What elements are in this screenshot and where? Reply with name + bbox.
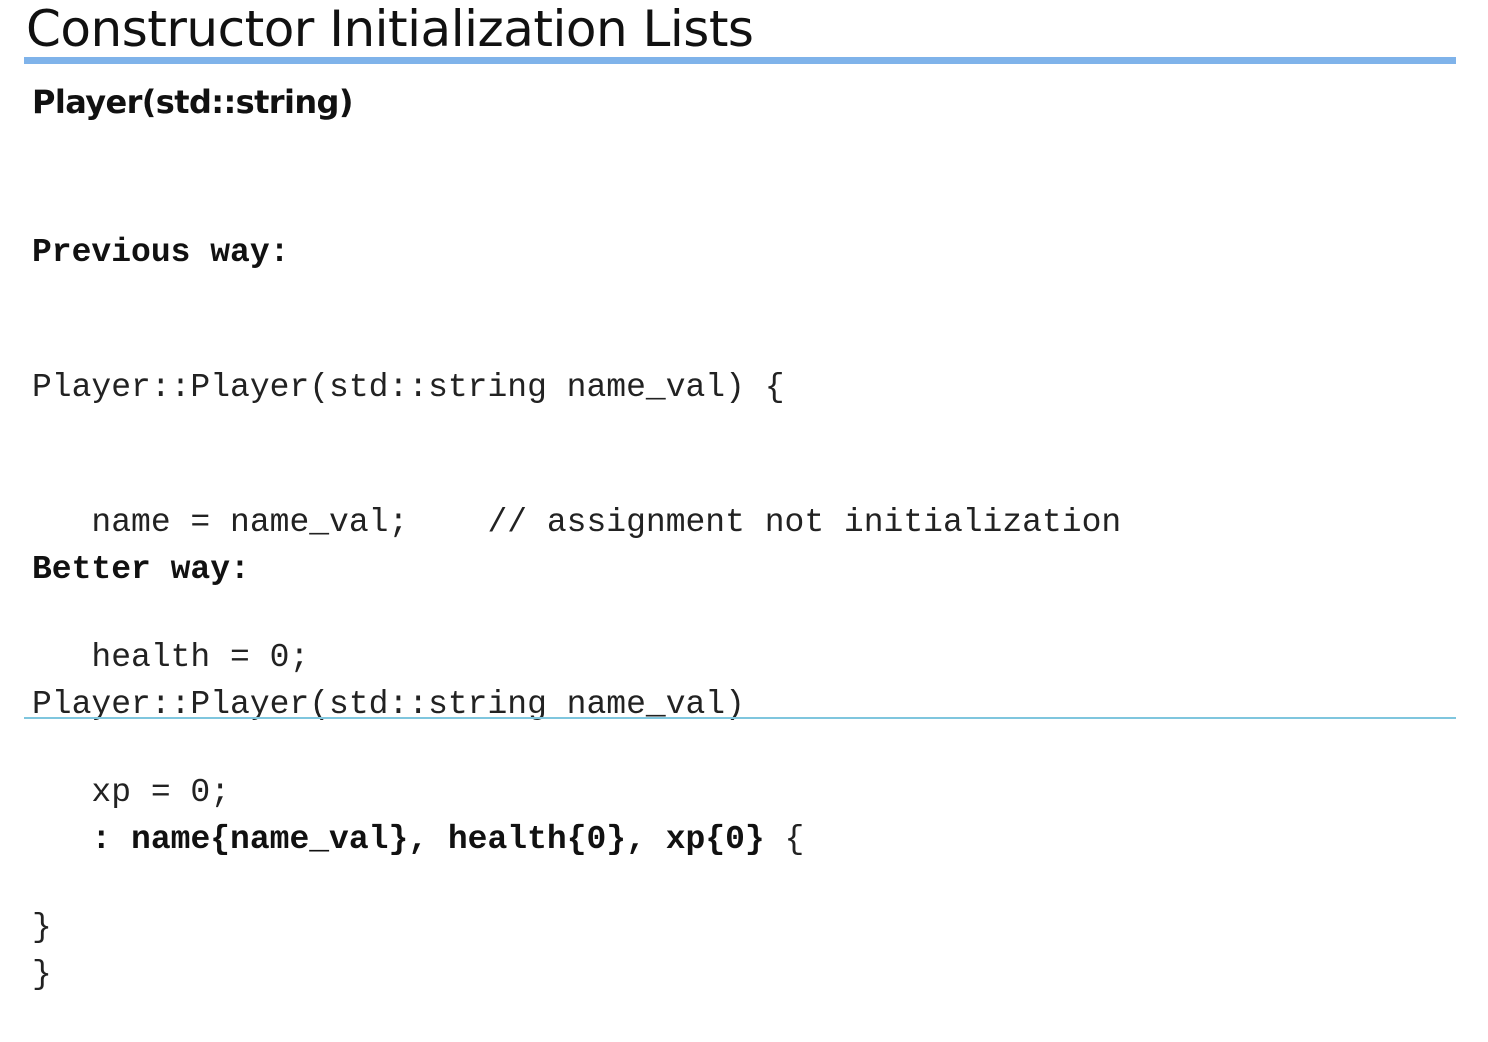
open-brace: { xyxy=(764,821,805,858)
code-line: Player::Player(std::string name_val) xyxy=(32,686,745,723)
initializer-list: : name{name_val}, health{0}, xp{0} xyxy=(91,821,765,858)
better-way-heading: Better way: xyxy=(32,551,250,588)
slide-title: Constructor Initialization Lists xyxy=(26,0,754,58)
slide-subtitle: Player(std::string) xyxy=(32,83,353,121)
initializer-list-line: : name{name_val}, health{0}, xp{0} { xyxy=(32,817,804,862)
better-way-code-block: Better way: Player::Player(std::string n… xyxy=(32,457,804,1042)
previous-way-heading: Previous way: xyxy=(32,234,290,271)
bottom-divider xyxy=(24,717,1456,719)
title-underline xyxy=(24,57,1456,64)
code-line: } xyxy=(32,956,52,993)
code-line: Player::Player(std::string name_val) { xyxy=(32,369,785,406)
